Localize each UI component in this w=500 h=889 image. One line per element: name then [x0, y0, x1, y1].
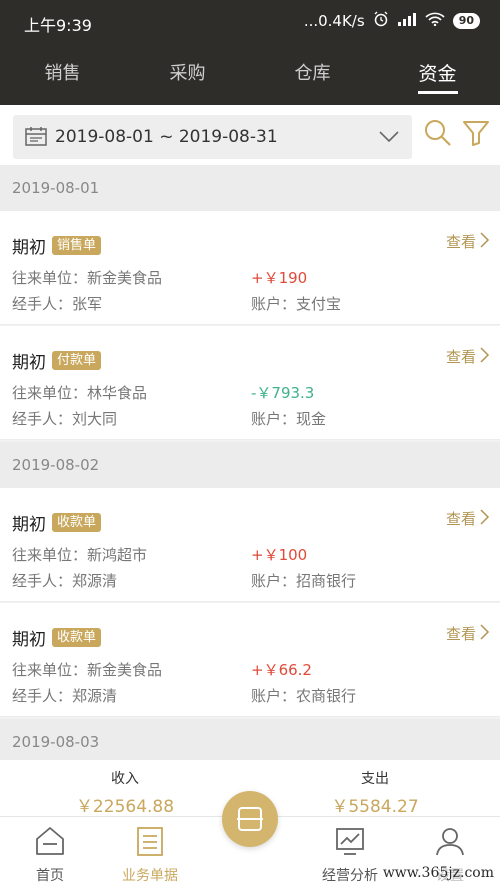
- list-item[interactable]: 期初 付款单 查看 往来单位：林华食品 -￥793.3 经手人：刘大同 账户：现…: [0, 326, 500, 440]
- signal-icon: [397, 12, 417, 30]
- view-link[interactable]: 查看: [446, 346, 490, 367]
- network-speed: ...0.4K/s: [303, 12, 365, 30]
- expense-summary: 支出 ￥5584.27: [250, 760, 500, 817]
- chevron-right-icon: [480, 508, 490, 529]
- view-link[interactable]: 查看: [446, 508, 490, 529]
- date-group-header: 2019-08-01: [0, 165, 500, 211]
- view-link[interactable]: 查看: [446, 231, 490, 252]
- watermark: www.365jz.com: [382, 865, 494, 881]
- counterparty: 往来单位：新鸿超市: [12, 546, 148, 564]
- amount: +￥100: [251, 546, 308, 564]
- nav-label: 业务单据: [122, 868, 178, 884]
- calendar-icon: [25, 126, 47, 150]
- module-tabs: 销售 采购 仓库 资金: [0, 58, 500, 98]
- nav-label: 首页: [36, 868, 64, 884]
- income-label: 收入: [111, 771, 139, 787]
- tab-funds[interactable]: 资金: [375, 58, 500, 98]
- scan-button[interactable]: [222, 791, 278, 847]
- view-label: 查看: [445, 348, 476, 366]
- battery-icon: 90: [452, 13, 480, 29]
- filter-bar: 2019-08-01 ~ 2019-08-31: [0, 105, 500, 165]
- handler: 经手人：郑源清: [12, 687, 118, 705]
- nav-analysis[interactable]: 经营分析: [310, 825, 390, 885]
- chart-icon: [334, 828, 366, 861]
- handler: 经手人：刘大同: [12, 410, 118, 428]
- item-title-text: 期初: [12, 630, 46, 650]
- document-icon: [134, 827, 166, 861]
- income-summary: 收入 ￥22564.88: [0, 760, 250, 817]
- wifi-icon: [425, 12, 445, 30]
- chevron-right-icon: [480, 623, 490, 644]
- account: 账户：招商银行: [251, 572, 357, 590]
- item-title-text: 期初: [12, 353, 46, 373]
- list-item[interactable]: 期初 收款单 查看 往来单位：新鸿超市 +￥100 经手人：郑源清 账户：招商银…: [0, 488, 500, 602]
- counterparty: 往来单位：新金美食品: [12, 269, 163, 287]
- date-range-picker[interactable]: 2019-08-01 ~ 2019-08-31: [13, 115, 412, 159]
- account: 账户：现金: [251, 410, 327, 428]
- item-title-text: 期初: [12, 238, 46, 258]
- chevron-right-icon: [480, 231, 490, 252]
- handler: 经手人：郑源清: [12, 572, 118, 590]
- doc-type-badge: 收款单: [52, 513, 102, 532]
- view-link[interactable]: 查看: [446, 623, 490, 644]
- nav-home[interactable]: 首页: [10, 825, 90, 885]
- amount: -￥793.3: [251, 384, 315, 402]
- home-icon: [34, 827, 66, 861]
- counterparty: 往来单位：新金美食品: [12, 661, 163, 679]
- date-group-header: 2019-08-02: [0, 442, 500, 488]
- item-title: 期初 收款单: [12, 625, 102, 650]
- status-time: 上午9:39: [24, 16, 92, 35]
- item-title-text: 期初: [12, 515, 46, 535]
- doc-type-badge: 销售单: [52, 236, 102, 255]
- view-label: 查看: [445, 625, 476, 643]
- date-group-header: 2019-08-03: [0, 719, 500, 765]
- counterparty: 往来单位：林华食品: [12, 384, 148, 402]
- chevron-down-icon: [378, 129, 400, 148]
- view-label: 查看: [445, 510, 476, 528]
- item-title: 期初 收款单: [12, 510, 102, 535]
- tab-sales[interactable]: 销售: [0, 58, 125, 98]
- alarm-icon: [373, 11, 389, 31]
- status-right: ...0.4K/s 90: [304, 11, 480, 31]
- list-item[interactable]: 期初 收款单 查看 往来单位：新金美食品 +￥66.2 经手人：郑源清 账户：农…: [0, 603, 500, 717]
- search-icon[interactable]: [424, 119, 452, 151]
- list-item[interactable]: 期初 销售单 查看 往来单位：新金美食品 +￥190 经手人：张军 账户：支付宝: [0, 211, 500, 325]
- nav-documents[interactable]: 业务单据: [110, 825, 190, 885]
- item-title: 期初 销售单: [12, 233, 102, 258]
- view-label: 查看: [445, 233, 476, 251]
- account: 账户：支付宝: [251, 295, 342, 313]
- income-value: ￥22564.88: [75, 797, 175, 817]
- handler: 经手人：张军: [12, 295, 103, 313]
- amount: +￥190: [251, 269, 308, 287]
- doc-type-badge: 付款单: [52, 351, 102, 370]
- filter-funnel-icon[interactable]: [462, 119, 490, 151]
- nav-label: 经营分析: [322, 868, 378, 884]
- tab-warehouse[interactable]: 仓库: [250, 58, 375, 98]
- chevron-right-icon: [480, 346, 490, 367]
- top-bar: 上午9:39 ...0.4K/s 90 销售 采购 仓库 资金: [0, 0, 500, 105]
- tab-purchase[interactable]: 采购: [125, 58, 250, 98]
- item-title: 期初 付款单: [12, 348, 102, 373]
- expense-label: 支出: [361, 771, 389, 787]
- status-bar: 上午9:39 ...0.4K/s 90: [0, 0, 500, 44]
- user-icon: [434, 828, 466, 861]
- bottom-nav: 首页 业务单据 经营分析 设置 www.365jz.com: [0, 791, 500, 889]
- account: 账户：农商银行: [251, 687, 357, 705]
- expense-value: ￥5584.27: [331, 797, 419, 817]
- amount: +￥66.2: [251, 661, 312, 679]
- doc-type-badge: 收款单: [52, 628, 102, 647]
- date-range-text: 2019-08-01 ~ 2019-08-31: [55, 127, 278, 147]
